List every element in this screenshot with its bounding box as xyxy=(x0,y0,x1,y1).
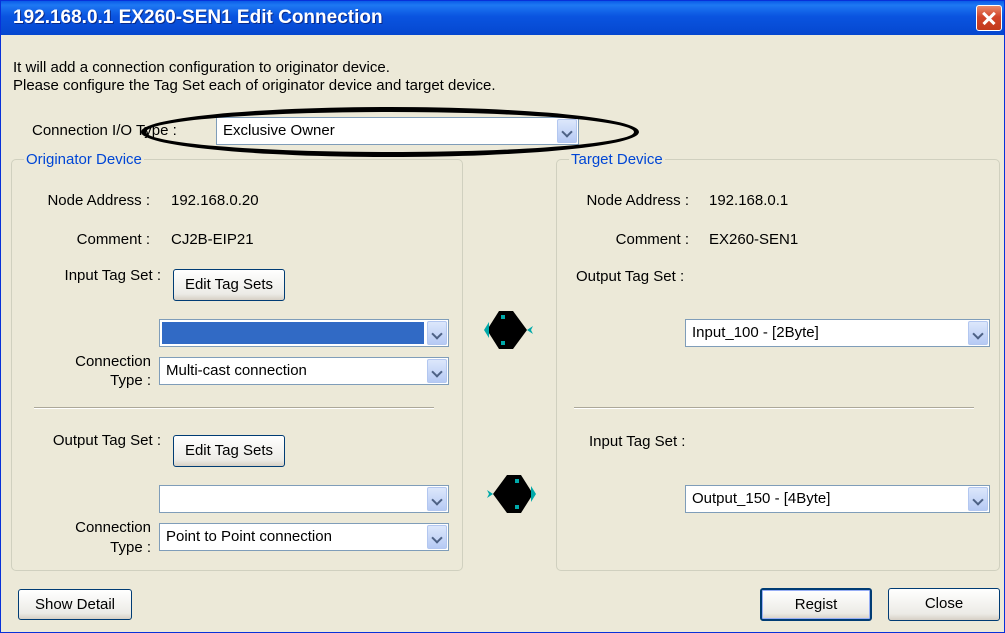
target-output-tag-set-select[interactable]: Input_100 - [2Byte] xyxy=(685,319,990,347)
chevron-down-icon[interactable] xyxy=(427,321,447,345)
originator-node-address-label: Node Address : xyxy=(47,192,150,209)
arrow-left-icon xyxy=(487,475,536,513)
chevron-down-icon[interactable] xyxy=(968,487,988,511)
target-separator xyxy=(574,407,974,409)
chevron-down-icon[interactable] xyxy=(427,525,447,549)
output-tag-set-select[interactable] xyxy=(159,485,449,513)
annotation-ellipse xyxy=(141,107,639,157)
input-tag-set-select[interactable] xyxy=(159,319,449,347)
window-title: 192.168.0.1 EX260-SEN1 Edit Connection xyxy=(13,7,383,28)
close-icon[interactable] xyxy=(976,5,1002,31)
close-button[interactable]: Close xyxy=(888,588,1000,621)
target-device-legend: Target Device xyxy=(571,151,663,168)
arrow-right-icon xyxy=(484,311,533,349)
show-detail-button[interactable]: Show Detail xyxy=(18,589,132,620)
output-tag-set-label: Output Tag Set : xyxy=(52,432,161,449)
originator-node-address: 192.168.0.20 xyxy=(171,192,259,209)
output-connection-type-label-1: Connection xyxy=(75,519,151,536)
target-input-tag-set-label: Input Tag Set : xyxy=(589,433,686,450)
input-tag-set-label: Input Tag Set : xyxy=(64,267,161,284)
output-connection-type-value: Point to Point connection xyxy=(166,528,332,545)
originator-device-legend: Originator Device xyxy=(26,151,142,168)
target-input-tag-set-value: Output_150 - [4Byte] xyxy=(692,490,831,507)
target-comment: EX260-SEN1 xyxy=(709,231,799,248)
chevron-down-icon[interactable] xyxy=(427,359,447,383)
target-input-tag-set-select[interactable]: Output_150 - [4Byte] xyxy=(685,485,990,513)
target-node-address: 192.168.0.1 xyxy=(709,192,789,209)
chevron-down-icon[interactable] xyxy=(968,321,988,345)
target-output-tag-set-label: Output Tag Set : xyxy=(576,268,685,285)
originator-comment: CJ2B-EIP21 xyxy=(171,231,254,248)
input-connection-type-label-2: Type : xyxy=(110,372,151,389)
target-node-address-label: Node Address : xyxy=(586,192,689,209)
originator-comment-label: Comment : xyxy=(76,231,150,248)
input-edit-tag-sets-button[interactable]: Edit Tag Sets xyxy=(173,269,285,301)
regist-button[interactable]: Regist xyxy=(760,588,872,621)
output-connection-type-select[interactable]: Point to Point connection xyxy=(159,523,449,551)
input-connection-type-label-1: Connection xyxy=(75,353,151,370)
input-tag-set-value xyxy=(162,322,424,344)
input-connection-type-value: Multi-cast connection xyxy=(166,362,307,379)
output-connection-type-label-2: Type : xyxy=(110,539,151,556)
chevron-down-icon[interactable] xyxy=(427,487,447,511)
originator-separator xyxy=(34,407,434,409)
target-comment-label: Comment : xyxy=(615,231,689,248)
input-connection-type-select[interactable]: Multi-cast connection xyxy=(159,357,449,385)
title-bar[interactable]: 192.168.0.1 EX260-SEN1 Edit Connection xyxy=(1,1,1004,35)
intro-line-1: It will add a connection configuration t… xyxy=(13,59,390,76)
output-edit-tag-sets-button[interactable]: Edit Tag Sets xyxy=(173,435,285,467)
edit-connection-dialog: 192.168.0.1 EX260-SEN1 Edit Connection I… xyxy=(0,0,1005,633)
target-output-tag-set-value: Input_100 - [2Byte] xyxy=(692,324,819,341)
intro-line-2: Please configure the Tag Set each of ori… xyxy=(13,77,496,94)
